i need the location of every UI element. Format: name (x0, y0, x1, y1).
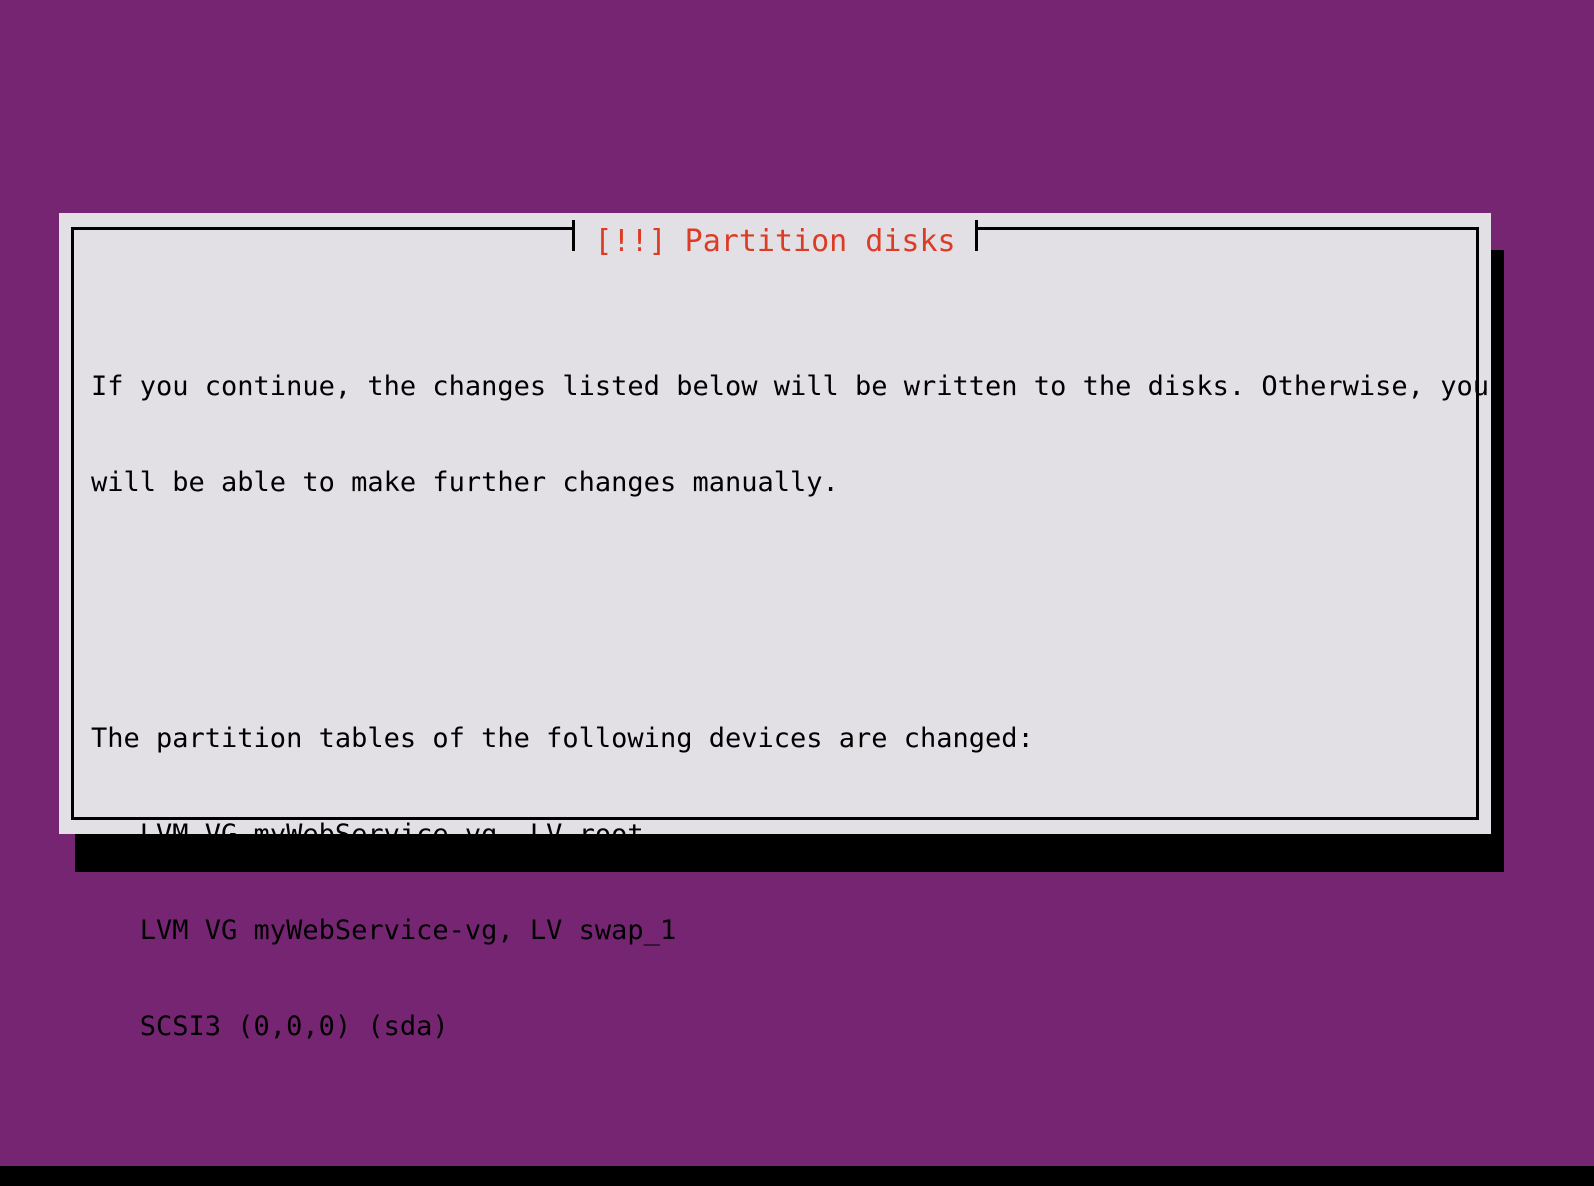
changed-device-item: LVM VG myWebService-vg, LV swap_1 (91, 915, 677, 946)
dialog-title-bar: [!!] Partition disks (71, 213, 1479, 257)
page-title: [!!] Partition disks (572, 219, 978, 257)
changed-device-item: SCSI3 (0,0,0) (sda) (91, 1011, 449, 1042)
installer-screen: [!!] Partition disks If you continue, th… (0, 0, 1594, 1186)
changed-device-item: LVM VG myWebService-vg, LV root (91, 819, 644, 850)
partition-disks-dialog: [!!] Partition disks If you continue, th… (59, 213, 1491, 1042)
keyboard-help-bar: <Tab> moves; <Space> selects; <Enter> ac… (0, 1130, 1594, 1166)
dialog-body: If you continue, the changes listed belo… (91, 275, 1489, 1042)
changed-devices-heading: The partition tables of the following de… (91, 723, 1034, 754)
intro-line-2: will be able to make further changes man… (91, 467, 839, 498)
intro-line-1: If you continue, the changes listed belo… (91, 371, 1489, 402)
bottom-black-strip (0, 1166, 1594, 1186)
